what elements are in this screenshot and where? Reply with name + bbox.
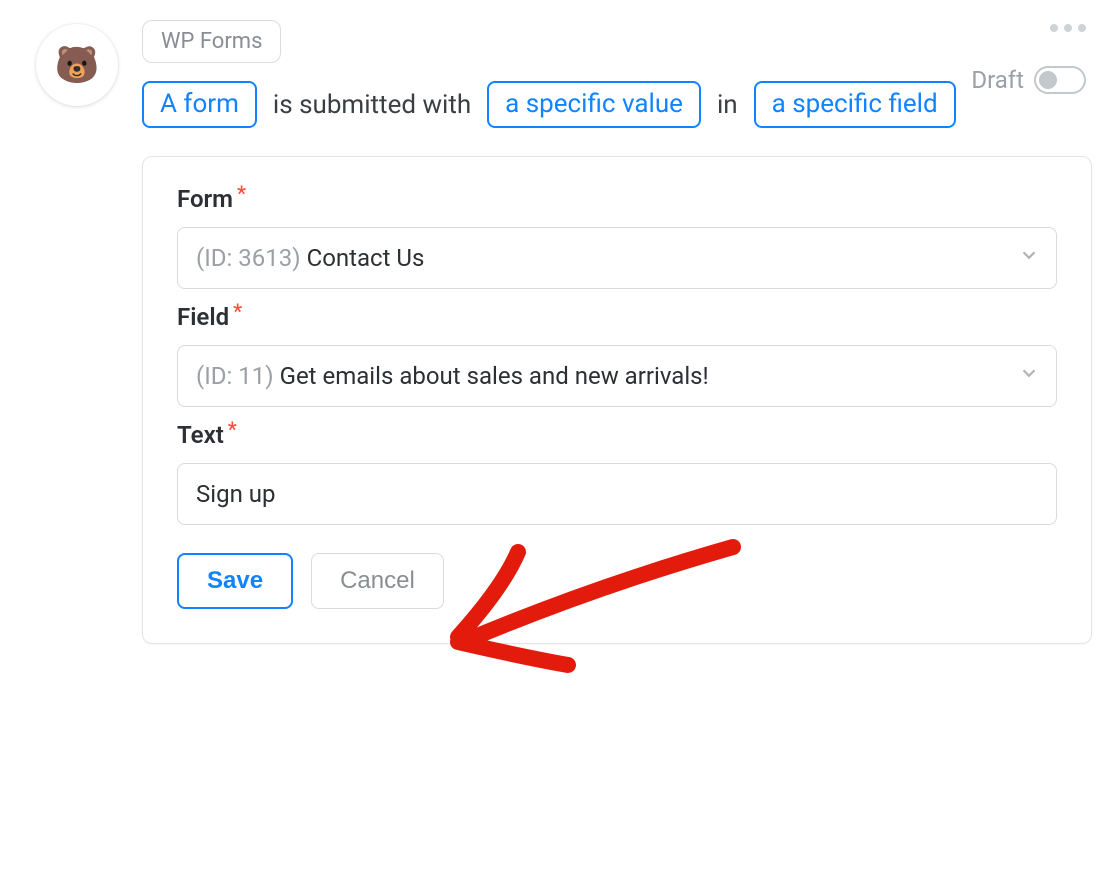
save-button[interactable]: Save [177, 553, 293, 609]
text-input[interactable] [177, 463, 1057, 525]
field-selected-value: Get emails about sales and new arrivals! [280, 362, 709, 390]
integration-badge: WP Forms [142, 20, 281, 63]
text-label: Text* [177, 421, 1057, 449]
token-specific-value[interactable]: a specific value [487, 81, 701, 128]
more-menu-icon[interactable] [1050, 24, 1086, 32]
config-panel: Form* (ID: 3613) Contact Us Field* (ID: … [142, 156, 1092, 644]
cancel-button[interactable]: Cancel [311, 553, 444, 609]
form-id-prefix: (ID: 3613) [196, 244, 301, 272]
chevron-down-icon [1018, 362, 1040, 390]
field-select[interactable]: (ID: 11) Get emails about sales and new … [177, 345, 1057, 407]
sentence-text: is submitted with [273, 90, 471, 120]
form-select[interactable]: (ID: 3613) Contact Us [177, 227, 1057, 289]
chevron-down-icon [1018, 244, 1040, 272]
integration-avatar: 🐻 [36, 24, 118, 106]
form-label: Form* [177, 185, 1057, 213]
trigger-sentence: A form is submitted with a specific valu… [142, 81, 971, 128]
sentence-text: in [717, 90, 738, 120]
field-label: Field* [177, 303, 1057, 331]
token-specific-field[interactable]: a specific field [754, 81, 956, 128]
token-form[interactable]: A form [142, 81, 257, 128]
status-label: Draft [971, 66, 1024, 94]
bear-icon: 🐻 [55, 44, 100, 86]
annotation-arrow [433, 507, 773, 713]
form-selected-value: Contact Us [307, 244, 425, 272]
field-id-prefix: (ID: 11) [196, 362, 274, 390]
draft-toggle[interactable] [1034, 66, 1086, 94]
